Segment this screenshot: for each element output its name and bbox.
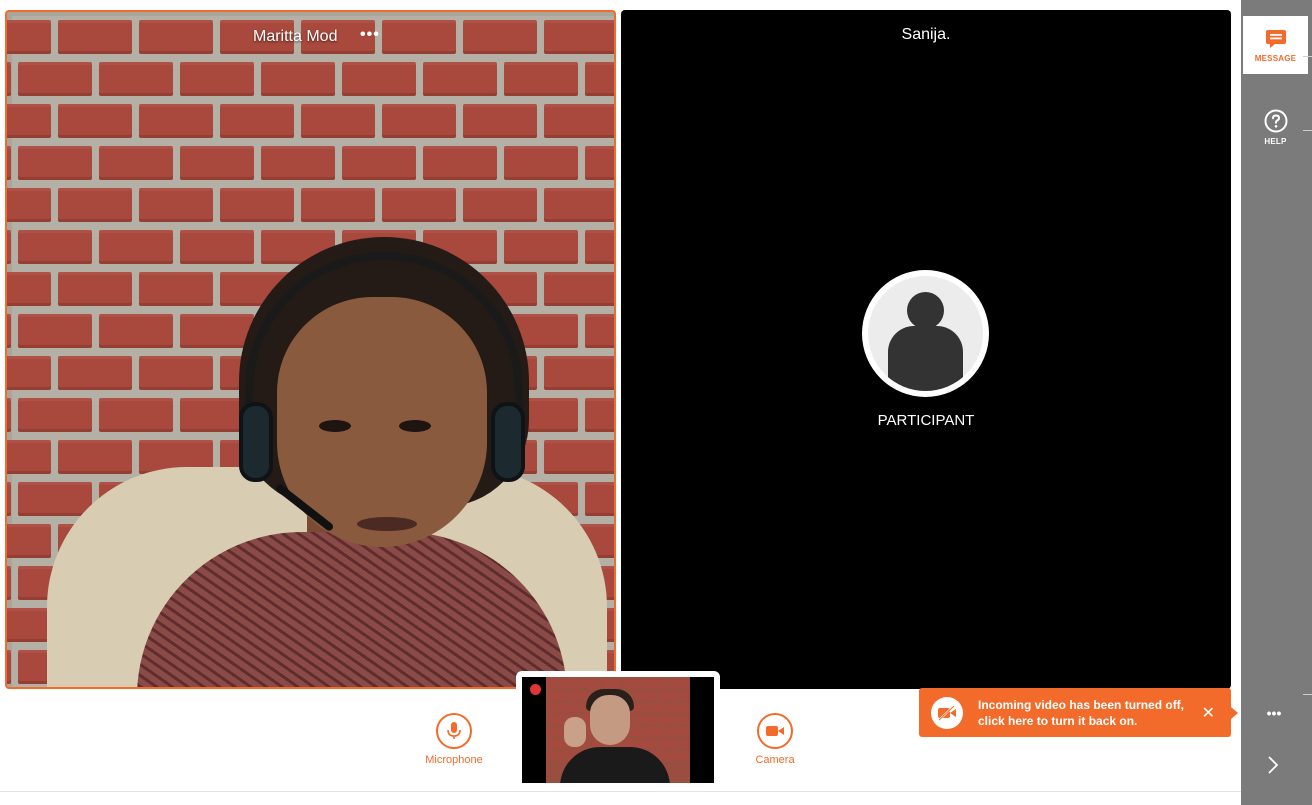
toast-pointer xyxy=(1231,707,1238,719)
self-video-preview[interactable] xyxy=(516,671,720,789)
camera-icon xyxy=(757,713,793,749)
participant-video-tile[interactable]: Maritta Mod ••• xyxy=(5,10,616,689)
video-off-icon xyxy=(931,696,963,729)
avatar-icon xyxy=(868,276,983,391)
chevron-right-icon xyxy=(1268,756,1279,774)
more-options-button[interactable]: ••• xyxy=(1241,705,1307,721)
close-icon[interactable]: ✕ xyxy=(1202,703,1215,723)
microphone-label: Microphone xyxy=(425,754,483,766)
divider xyxy=(0,791,1241,792)
help-icon xyxy=(1264,109,1287,132)
participant-name: Maritta Mod xyxy=(253,28,338,45)
participant-avatar-tile[interactable]: Sanija. PARTICIPANT xyxy=(621,10,1231,689)
sidebar-rail: MESSAGE HELP ••• xyxy=(1241,0,1312,805)
avatar xyxy=(862,270,989,397)
divider xyxy=(1303,130,1312,131)
help-button[interactable]: HELP xyxy=(1243,98,1308,156)
participant-name: Sanija. xyxy=(901,26,951,43)
participant-mouth xyxy=(357,517,417,531)
meeting-window: Maritta Mod ••• Sanija. PARTICIPANT MESS… xyxy=(0,0,1312,805)
video-off-notification[interactable]: Incoming video has been turned off, clic… xyxy=(919,688,1238,737)
divider xyxy=(1303,694,1312,695)
message-label: MESSAGE xyxy=(1254,53,1297,63)
microphone-icon xyxy=(436,713,472,749)
more-icon[interactable]: ••• xyxy=(360,26,380,44)
headset-earcup xyxy=(491,402,525,482)
camera-button[interactable]: Camera xyxy=(745,713,805,766)
self-video-feed xyxy=(546,677,690,783)
camera-label: Camera xyxy=(755,754,795,766)
message-icon xyxy=(1265,29,1286,48)
divider xyxy=(1303,56,1312,57)
recording-indicator xyxy=(530,684,541,695)
microphone-button[interactable]: Microphone xyxy=(420,713,488,766)
notification-text: Incoming video has been turned off, clic… xyxy=(978,697,1185,728)
headset-earcup xyxy=(239,402,273,482)
message-button[interactable]: MESSAGE xyxy=(1243,16,1308,74)
expand-panel-button[interactable] xyxy=(1265,755,1281,780)
help-label: HELP xyxy=(1264,136,1287,146)
participant-role-label: PARTICIPANT xyxy=(877,412,975,429)
